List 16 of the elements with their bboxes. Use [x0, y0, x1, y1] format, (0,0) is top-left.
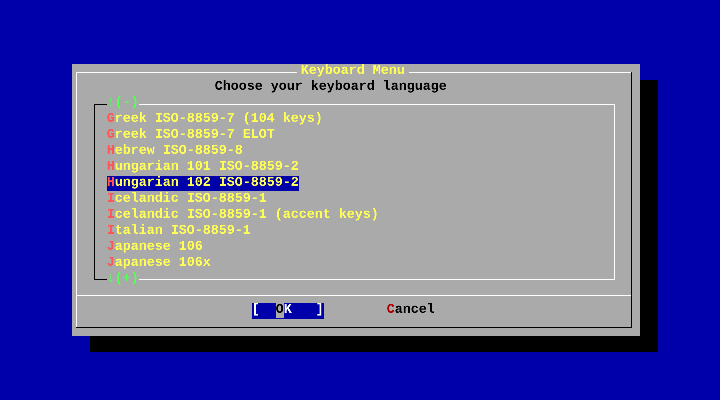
dialog-button[interactable]: [ OK ] — [252, 303, 324, 319]
list-item[interactable]: Hungarian 101 ISO-8859-2 — [107, 160, 299, 175]
scroll-down-indicator: ↓(+) — [107, 272, 139, 288]
list-item[interactable]: Japanese 106x — [107, 256, 211, 271]
list-item[interactable]: Japanese 106 — [107, 240, 203, 255]
list-item[interactable]: Greek ISO-8859-7 (104 keys) — [107, 112, 323, 127]
scroll-up-indicator: ↑(-) — [107, 96, 139, 112]
dialog-button[interactable]: Cancel — [387, 303, 435, 319]
list-item[interactable]: Icelandic ISO-8859-1 (accent keys) — [107, 208, 379, 223]
list-item[interactable]: Greek ISO-8859-7 ELOT — [107, 128, 275, 143]
list-item[interactable]: Icelandic ISO-8859-1 — [107, 192, 267, 207]
list-item[interactable]: Hungarian 102 ISO-8859-2 — [107, 176, 299, 191]
dialog-title: Keyboard Menu — [297, 64, 409, 80]
prompt-text: Choose your keyboard language — [214, 80, 448, 96]
list-item[interactable]: Italian ISO-8859-1 — [107, 224, 251, 239]
list-item[interactable]: Hebrew ISO-8859-8 — [107, 144, 243, 159]
